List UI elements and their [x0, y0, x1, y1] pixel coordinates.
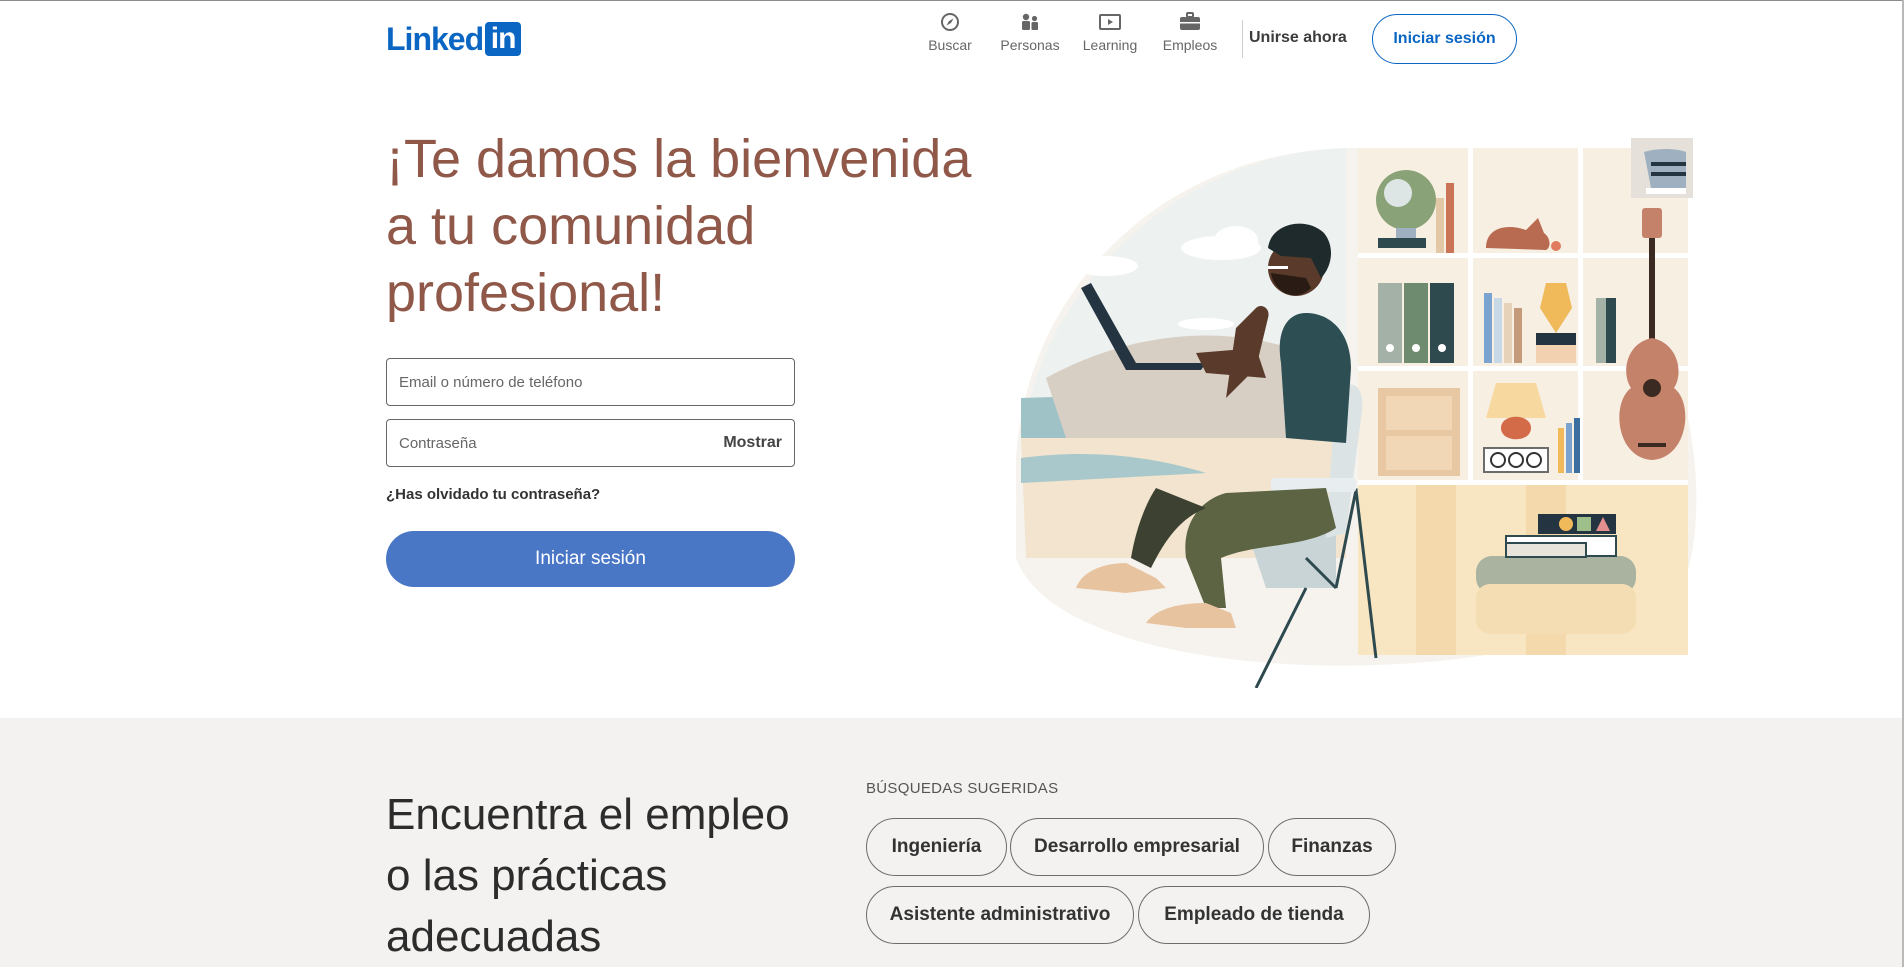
pill-finanzas[interactable]: Finanzas [1268, 818, 1396, 876]
password-field[interactable]: Mostrar [386, 419, 795, 467]
briefcase-icon [1180, 12, 1200, 30]
nav-divider [1242, 20, 1243, 58]
hero-illustration [1016, 138, 1697, 688]
nav-item-learning[interactable]: Learning [1070, 10, 1150, 53]
play-video-icon [1099, 14, 1121, 30]
top-border [0, 0, 1904, 1]
email-input[interactable] [399, 373, 782, 391]
pill-ingenieria[interactable]: Ingeniería [866, 818, 1007, 876]
compass-icon [941, 13, 959, 31]
header-signin-button[interactable]: Iniciar sesión [1372, 14, 1517, 64]
people-icon [1022, 13, 1038, 30]
nav-item-personas[interactable]: Personas [990, 10, 1070, 53]
top-nav: Buscar Personas Learning Empleos [910, 10, 1263, 60]
logo-text: Linked [386, 21, 484, 57]
pill-desarrollo-empresarial[interactable]: Desarrollo empresarial [1010, 818, 1264, 876]
nav-item-buscar[interactable]: Buscar [910, 10, 990, 53]
pill-asistente-administrativo[interactable]: Asistente administrativo [866, 886, 1134, 944]
password-input[interactable] [399, 434, 724, 452]
forgot-password-link[interactable]: ¿Has olvidado tu contraseña? [386, 486, 600, 503]
linkedin-logo[interactable]: Linked in [386, 21, 522, 57]
nav-label: Learning [1082, 37, 1138, 53]
email-field[interactable] [386, 358, 795, 406]
join-now-link[interactable]: Unirse ahora [1249, 29, 1347, 47]
nav-label: Buscar [928, 37, 972, 53]
logo-box: in [485, 22, 522, 56]
signin-button[interactable]: Iniciar sesión [386, 531, 795, 587]
nav-label: Empleos [1162, 37, 1218, 53]
show-password-button[interactable]: Mostrar [723, 434, 782, 452]
nav-item-empleos[interactable]: Empleos [1150, 10, 1230, 53]
job-search-title: Encuentra el empleo o las prácticas adec… [386, 790, 790, 961]
hero-title: ¡Te damos la bienvenida a tu comunidad p… [386, 129, 972, 323]
nav-label: Personas [1000, 37, 1060, 53]
pill-empleado-de-tienda[interactable]: Empleado de tienda [1138, 886, 1370, 944]
suggested-searches-label: BÚSQUEDAS SUGERIDAS [866, 780, 1059, 797]
